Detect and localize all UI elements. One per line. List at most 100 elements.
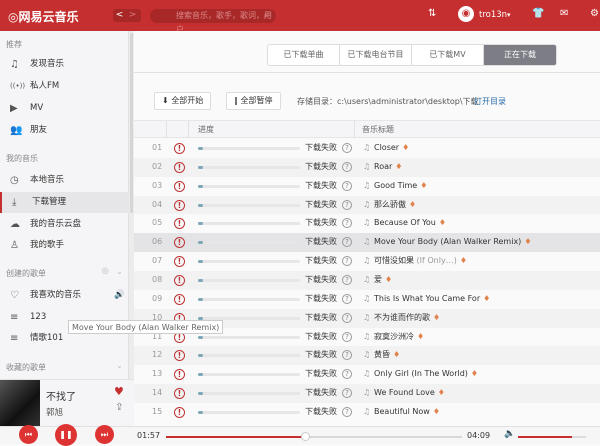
- mail-icon[interactable]: ✉: [560, 8, 568, 19]
- pause-all-button[interactable]: ‖ 全部暂停: [226, 92, 281, 110]
- help-icon[interactable]: ?: [342, 293, 352, 304]
- help-icon[interactable]: ?: [342, 369, 352, 380]
- error-icon[interactable]: !: [174, 237, 185, 249]
- table-row[interactable]: 07 ! 下载失败 ? ♫ 可惜没如果 (If Only…) ♦: [134, 252, 600, 272]
- error-icon[interactable]: !: [174, 275, 185, 287]
- scrollbar-thumb[interactable]: [130, 33, 133, 213]
- avatar[interactable]: ◉: [458, 6, 474, 22]
- add-playlist-icon[interactable]: ⊕: [101, 266, 109, 277]
- help-icon[interactable]: ?: [342, 218, 352, 229]
- sidebar-item-mv[interactable]: ▶ MV: [0, 98, 129, 119]
- tab-downloaded-mv[interactable]: 已下载MV: [412, 45, 484, 65]
- table-row[interactable]: 13 ! 下载失败 ? ♫ Only Girl (In The World) ♦: [134, 365, 600, 385]
- heart-filled-icon[interactable]: ♥: [114, 385, 124, 398]
- help-icon[interactable]: ?: [342, 161, 352, 172]
- song-title[interactable]: Roar ♦: [374, 158, 402, 177]
- error-icon[interactable]: !: [174, 180, 185, 192]
- song-title[interactable]: Only Girl (In The World) ♦: [374, 365, 478, 384]
- forward-button[interactable]: >: [126, 9, 139, 22]
- search-icon[interactable]: ⌕: [264, 9, 268, 23]
- album-cover[interactable]: [0, 380, 40, 427]
- sync-icon[interactable]: ⇅: [428, 8, 436, 19]
- sidebar-item-liked[interactable]: ♡ 我喜欢的音乐 🔊: [0, 285, 129, 306]
- user-menu-caret-icon[interactable]: ▾: [507, 11, 511, 19]
- help-icon[interactable]: ?: [342, 199, 352, 210]
- sidebar-item-local[interactable]: ◷ 本地音乐: [0, 170, 129, 191]
- song-title[interactable]: 爱 ♦: [374, 271, 392, 290]
- song-title[interactable]: 寂寞沙洲冷 ♦: [374, 328, 424, 347]
- song-title[interactable]: This Is What You Came For ♦: [374, 290, 490, 309]
- start-all-button[interactable]: ⬇ 全部开始: [154, 92, 212, 110]
- help-icon[interactable]: ?: [342, 331, 352, 342]
- error-icon[interactable]: !: [174, 407, 185, 419]
- table-row[interactable]: 12 ! 下载失败 ? ♫ 黄昏 ♦: [134, 346, 600, 366]
- volume-icon[interactable]: 🔈: [504, 429, 515, 439]
- song-title[interactable]: Beautiful Now ♦: [374, 403, 440, 422]
- table-row[interactable]: 02 ! 下载失败 ? ♫ Roar ♦: [134, 157, 600, 177]
- settings-icon[interactable]: ⚙: [590, 8, 599, 19]
- song-title[interactable]: Because Of You ♦: [374, 214, 446, 233]
- help-icon[interactable]: ?: [342, 388, 352, 399]
- song-title[interactable]: Good Time ♦: [374, 177, 427, 196]
- table-row[interactable]: 03 ! 下载失败 ? ♫ Good Time ♦: [134, 176, 600, 196]
- sidebar-item-friends[interactable]: 👥 朋友: [0, 120, 129, 141]
- volume-slider[interactable]: [518, 436, 586, 438]
- help-icon[interactable]: ?: [342, 350, 352, 361]
- tab-downloaded-radio[interactable]: 已下载电台节目: [340, 45, 412, 65]
- table-row[interactable]: 14 ! 下载失败 ? ♫ We Found Love ♦: [134, 384, 600, 404]
- error-icon[interactable]: !: [174, 199, 185, 211]
- table-row[interactable]: 09 ! 下载失败 ? ♫ This Is What You Came For ♦: [134, 289, 600, 309]
- help-icon[interactable]: ?: [342, 407, 352, 418]
- seek-handle[interactable]: [301, 432, 311, 441]
- collapse-chevron-icon[interactable]: ⌄: [116, 361, 123, 370]
- sidebar-item-fm[interactable]: ((•)) 私人FM: [0, 76, 129, 97]
- error-icon[interactable]: !: [174, 293, 185, 305]
- error-icon[interactable]: !: [174, 218, 185, 230]
- error-icon[interactable]: !: [174, 369, 185, 381]
- song-title[interactable]: Move Your Body (Alan Walker Remix) ♦: [374, 233, 531, 252]
- now-playing[interactable]: 不找了 郭旭 ♥ ⇪: [0, 379, 134, 427]
- error-icon[interactable]: !: [174, 161, 185, 173]
- skin-icon[interactable]: 👕: [532, 8, 544, 19]
- column-progress[interactable]: 进度: [198, 121, 214, 138]
- song-title[interactable]: 不为谁而作的歌 ♦: [374, 309, 440, 328]
- username[interactable]: tro13n: [479, 10, 507, 20]
- help-icon[interactable]: ?: [342, 143, 352, 153]
- table-row[interactable]: 01 ! 下载失败 ? ♫ Closer ♦: [134, 139, 600, 158]
- table-row[interactable]: 04 ! 下载失败 ? ♫ 那么骄傲 ♦: [134, 195, 600, 215]
- pause-button[interactable]: ❚❚: [55, 424, 77, 446]
- sidebar-item-artists[interactable]: ♙ 我的歌手: [0, 235, 129, 256]
- song-title[interactable]: We Found Love ♦: [374, 384, 445, 403]
- now-playing-artist[interactable]: 郭旭: [46, 406, 63, 418]
- table-row[interactable]: 08 ! 下载失败 ? ♫ 爱 ♦: [134, 271, 600, 290]
- error-icon[interactable]: !: [174, 388, 185, 400]
- help-icon[interactable]: ?: [342, 312, 352, 323]
- sidebar-item-downloads[interactable]: ⤓ 下载管理: [0, 192, 129, 213]
- help-icon[interactable]: ?: [342, 237, 352, 248]
- song-title[interactable]: 那么骄傲 ♦: [374, 196, 416, 215]
- song-title[interactable]: 黄昏 ♦: [374, 346, 400, 365]
- help-icon[interactable]: ?: [342, 256, 352, 267]
- search-input[interactable]: 搜索音乐，歌手，歌词，用户 ⌕: [150, 9, 276, 34]
- column-title[interactable]: 音乐标题: [362, 121, 394, 138]
- tab-downloaded-songs[interactable]: 已下载单曲: [268, 45, 340, 65]
- open-directory-link[interactable]: 打开目录: [474, 96, 506, 107]
- song-title[interactable]: Closer ♦: [374, 139, 409, 158]
- help-icon[interactable]: ?: [342, 180, 352, 191]
- next-button[interactable]: ⏭: [95, 425, 114, 444]
- sidebar-item-cloud[interactable]: ☁ 我的音乐云盘: [0, 214, 129, 235]
- help-icon[interactable]: ?: [342, 275, 352, 286]
- table-row[interactable]: 15 ! 下载失败 ? ♫ Beautiful Now ♦: [134, 403, 600, 422]
- error-icon[interactable]: !: [174, 350, 185, 362]
- back-button[interactable]: <: [113, 9, 126, 22]
- error-icon[interactable]: !: [174, 256, 185, 268]
- table-row[interactable]: 06 ! 下载失败 ? ♫ Move Your Body (Alan Walke…: [134, 233, 600, 253]
- song-title[interactable]: 可惜没如果 (If Only…) ♦: [374, 252, 467, 271]
- app-logo[interactable]: ◎网易云音乐: [8, 8, 79, 25]
- collapse-chevron-icon[interactable]: ⌄: [116, 267, 123, 276]
- sidebar-item-discover[interactable]: ♫ 发现音乐: [0, 54, 129, 75]
- share-icon[interactable]: ⇪: [115, 402, 123, 413]
- error-icon[interactable]: !: [174, 143, 185, 154]
- tab-downloading[interactable]: 正在下载: [484, 45, 556, 65]
- seek-bar[interactable]: [166, 432, 462, 441]
